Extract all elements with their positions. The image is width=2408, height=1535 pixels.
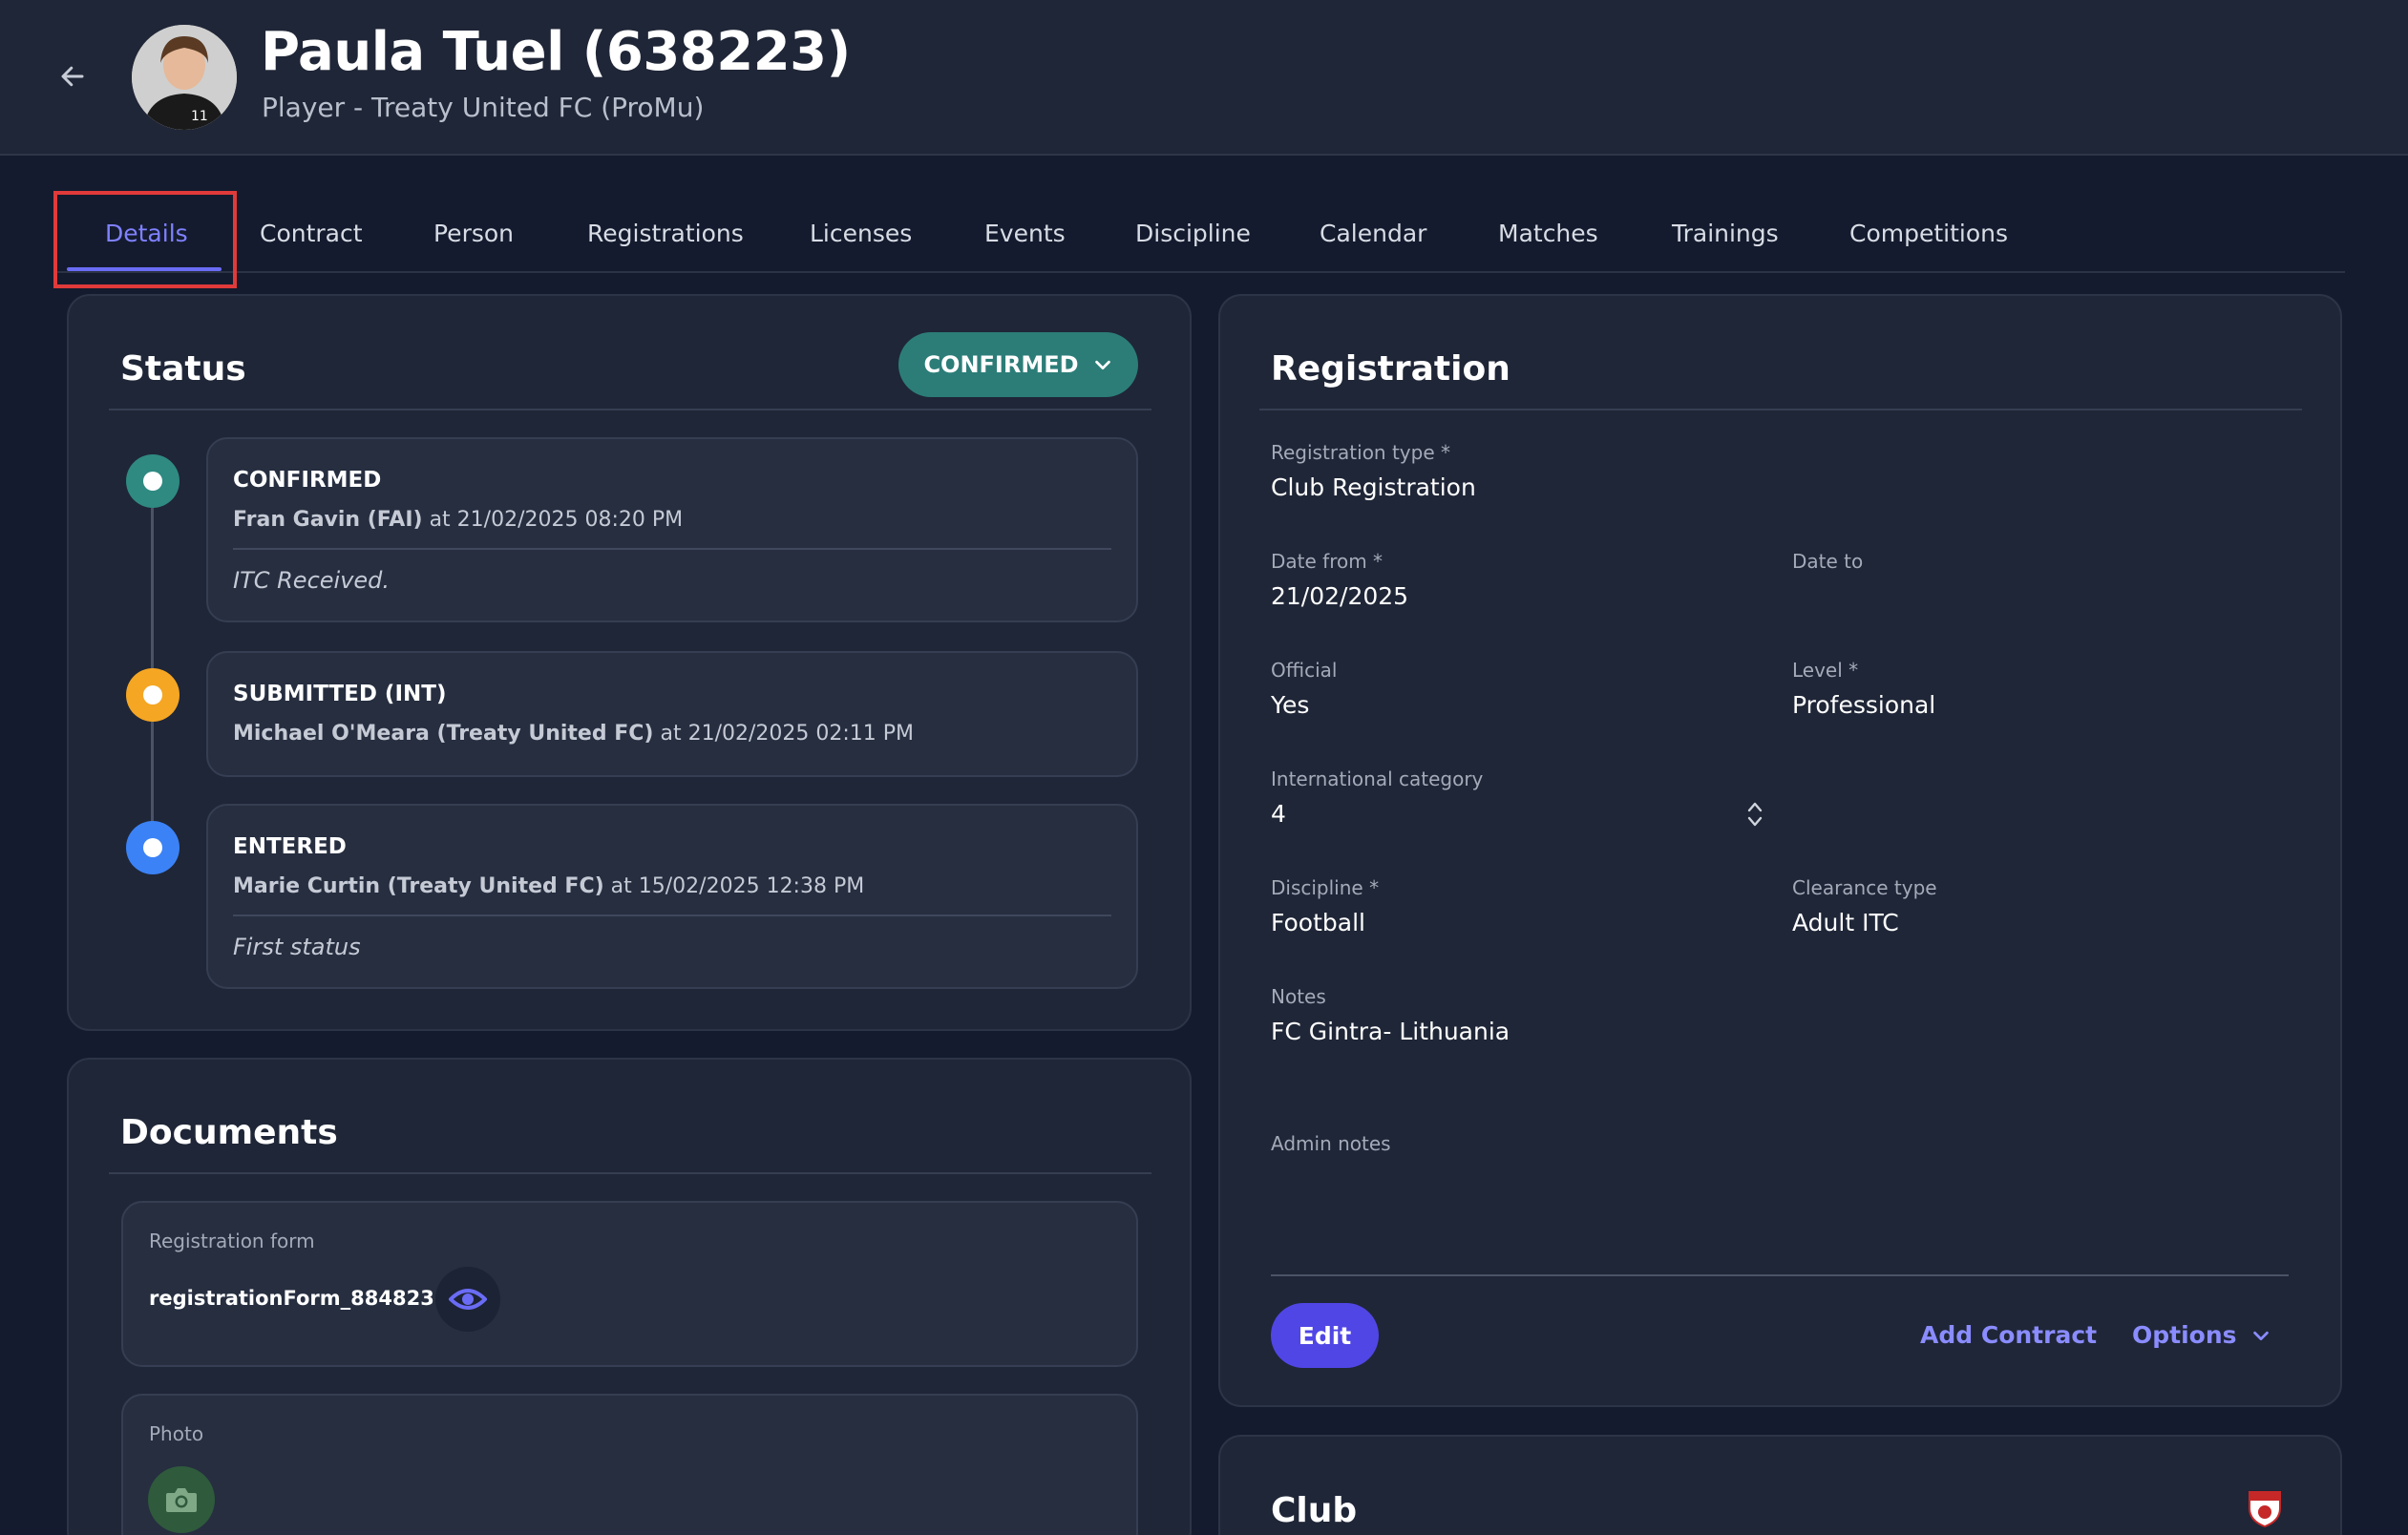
entry-user: Fran Gavin (FAI) — [233, 508, 423, 532]
international-category-input[interactable]: 4 — [1271, 800, 1286, 828]
international-category-stepper[interactable] — [1743, 798, 1766, 831]
registration-divider — [1259, 409, 2302, 410]
entry-time: at 15/02/2025 12:38 PM — [610, 874, 865, 898]
tab-person[interactable]: Person — [433, 220, 514, 247]
date-from-label: Date from * — [1271, 550, 1384, 573]
entry-title: CONFIRMED — [233, 468, 382, 493]
status-title: Status — [120, 349, 246, 389]
entry-user: Michael O'Meara (Treaty United FC) — [233, 722, 654, 746]
page-title: Paula Tuel (638223) — [261, 21, 851, 83]
entry-user: Marie Curtin (Treaty United FC) — [233, 874, 604, 898]
entry-separator — [233, 548, 1111, 550]
entry-title: ENTERED — [233, 834, 347, 859]
eye-icon — [449, 1289, 487, 1310]
tab-licenses[interactable]: Licenses — [810, 220, 912, 247]
view-document-button[interactable] — [435, 1267, 500, 1332]
clearance-type-label: Clearance type — [1792, 876, 1937, 899]
photo-box: Photo — [121, 1394, 1138, 1535]
chevron-down-icon — [1094, 360, 1110, 370]
upload-photo-button[interactable] — [148, 1466, 215, 1533]
entry-title: SUBMITTED (INT) — [233, 682, 447, 706]
level-value: Professional — [1792, 691, 1936, 719]
tab-events[interactable]: Events — [984, 220, 1066, 247]
arrow-left-icon — [61, 66, 84, 87]
admin-notes-label: Admin notes — [1271, 1132, 1391, 1155]
status-entry: ENTERED Marie Curtin (Treaty United FC) … — [206, 804, 1138, 989]
entry-separator — [233, 915, 1111, 916]
registration-type-value: Club Registration — [1271, 473, 1476, 501]
tab-bar: Details Contract Person Registrations Li… — [53, 191, 2345, 273]
documents-divider — [109, 1172, 1151, 1174]
status-dropdown[interactable]: CONFIRMED — [898, 332, 1138, 397]
tab-discipline[interactable]: Discipline — [1135, 220, 1251, 247]
discipline-label: Discipline * — [1271, 876, 1380, 899]
registration-form-label: Registration form — [149, 1230, 315, 1252]
tab-competitions[interactable]: Competitions — [1849, 220, 2008, 247]
tab-highlight-box — [53, 191, 237, 288]
registration-title: Registration — [1271, 349, 1510, 389]
entry-meta: Marie Curtin (Treaty United FC) at 15/02… — [233, 874, 864, 898]
official-label: Official — [1271, 659, 1338, 682]
registration-form-box: Registration form registrationForm_88482… — [121, 1201, 1138, 1367]
edit-button[interactable]: Edit — [1271, 1303, 1379, 1368]
options-label: Options — [2132, 1321, 2237, 1349]
club-card — [1218, 1435, 2342, 1535]
club-title: Club — [1271, 1491, 1358, 1530]
documents-title: Documents — [120, 1113, 338, 1152]
registration-form-file: registrationForm_884823.pdf — [149, 1287, 480, 1310]
club-crest-icon — [2248, 1489, 2282, 1528]
page-header: 11 Paula Tuel (638223) Player - Treaty U… — [0, 0, 2408, 156]
notes-value: FC Gintra- Lithuania — [1271, 1018, 1510, 1045]
status-dot-entered — [126, 821, 180, 874]
entry-note: First status — [233, 934, 361, 960]
photo-label: Photo — [149, 1422, 204, 1445]
entry-time: at 21/02/2025 02:11 PM — [660, 722, 915, 746]
stepper-icon — [1747, 802, 1763, 827]
tab-matches[interactable]: Matches — [1498, 220, 1598, 247]
admin-notes-underline — [1271, 1274, 2289, 1276]
add-contract-button[interactable]: Add Contract — [1920, 1321, 2097, 1349]
level-label: Level * — [1792, 659, 1859, 682]
status-dropdown-label: CONFIRMED — [923, 351, 1079, 378]
status-entry: SUBMITTED (INT) Michael O'Meara (Treaty … — [206, 651, 1138, 777]
entry-meta: Fran Gavin (FAI) at 21/02/2025 08:20 PM — [233, 508, 683, 532]
entry-meta: Michael O'Meara (Treaty United FC) at 21… — [233, 722, 914, 746]
notes-label: Notes — [1271, 985, 1326, 1008]
chevron-down-icon — [2252, 1331, 2269, 1340]
tab-trainings[interactable]: Trainings — [1672, 220, 1779, 247]
tab-contract[interactable]: Contract — [260, 220, 363, 247]
options-button[interactable]: Options — [2132, 1321, 2271, 1349]
entry-note: ITC Received. — [233, 567, 391, 594]
status-dot-submitted — [126, 668, 180, 722]
camera-icon — [166, 1488, 197, 1512]
international-category-label: International category — [1271, 768, 1484, 790]
page-subtitle: Player - Treaty United FC (ProMu) — [262, 92, 705, 123]
svg-text:11: 11 — [191, 109, 208, 124]
back-button[interactable] — [53, 57, 92, 95]
timeline-line — [151, 508, 154, 670]
status-dot-confirmed — [126, 454, 180, 508]
official-value: Yes — [1271, 691, 1310, 719]
registration-type-label: Registration type * — [1271, 441, 1450, 464]
tab-registrations[interactable]: Registrations — [587, 220, 744, 247]
clearance-type-value: Adult ITC — [1792, 909, 1899, 936]
entry-time: at 21/02/2025 08:20 PM — [429, 508, 684, 532]
tab-calendar[interactable]: Calendar — [1320, 220, 1426, 247]
avatar: 11 — [132, 25, 237, 130]
status-entry: CONFIRMED Fran Gavin (FAI) at 21/02/2025… — [206, 437, 1138, 622]
status-divider — [109, 409, 1151, 410]
discipline-value: Football — [1271, 909, 1365, 936]
date-from-value: 21/02/2025 — [1271, 582, 1409, 610]
date-to-label: Date to — [1792, 550, 1864, 573]
